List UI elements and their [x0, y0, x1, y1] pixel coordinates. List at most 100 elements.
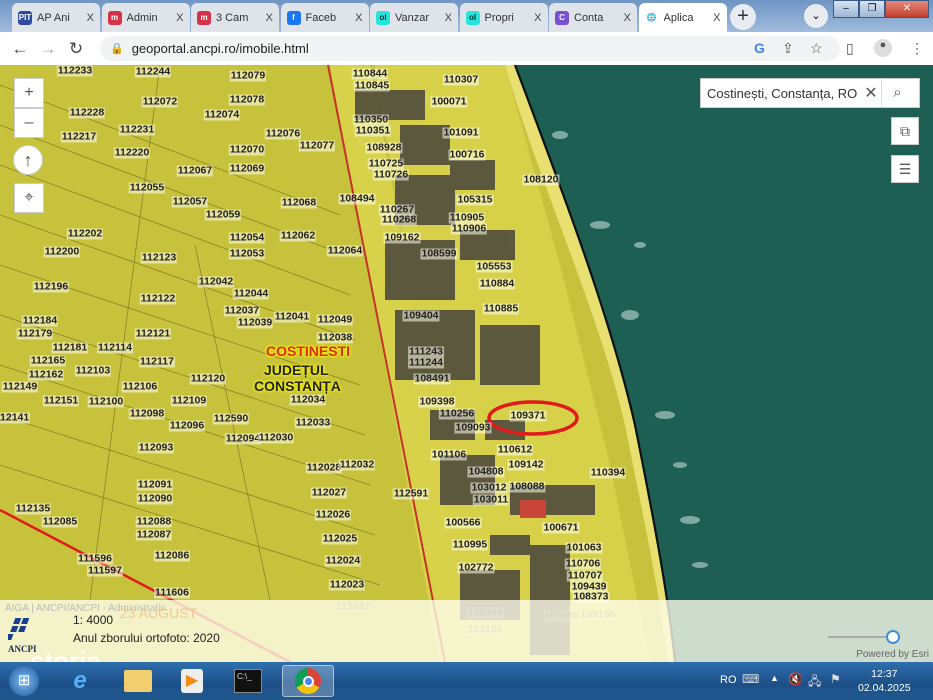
parcel-label[interactable]: 112091: [136, 479, 174, 491]
back-icon[interactable]: ←: [6, 39, 34, 59]
parcel-label[interactable]: 112072: [141, 96, 179, 108]
tab-close-icon[interactable]: X: [266, 12, 273, 24]
parcel-label[interactable]: 109398: [418, 396, 456, 408]
volume-muted-icon[interactable]: 🔇: [788, 672, 803, 686]
parcel-label[interactable]: 112077: [298, 140, 336, 152]
profile-icon[interactable]: ●: [874, 39, 892, 57]
parcel-label[interactable]: 112085: [41, 516, 79, 528]
language-indicator[interactable]: RO: [720, 674, 737, 686]
parcel-label[interactable]: 112038: [316, 332, 354, 344]
parcel-label[interactable]: 102772: [457, 562, 495, 574]
parcel-label[interactable]: 112200: [43, 246, 81, 258]
parcel-label[interactable]: 112086: [153, 550, 191, 562]
parcel-label[interactable]: 112217: [60, 131, 98, 143]
tab[interactable]: f Faceb X: [280, 3, 369, 32]
new-tab-button[interactable]: +: [730, 4, 756, 30]
parcel-label[interactable]: 112244: [134, 66, 172, 78]
parcel-label[interactable]: 112122: [139, 293, 177, 305]
parcel-label[interactable]: 112064: [326, 245, 364, 257]
parcel-label[interactable]: 112026: [314, 509, 352, 521]
action-center-flag-icon[interactable]: ⚑: [830, 672, 841, 686]
parcel-label[interactable]: 110726: [372, 169, 410, 181]
keyboard-icon[interactable]: ⌨: [742, 672, 759, 686]
minimize-button[interactable]: –: [833, 0, 859, 18]
parcel-label[interactable]: 112054: [228, 232, 266, 244]
parcel-label[interactable]: 112228: [68, 107, 106, 119]
parcel-label[interactable]: 110906: [450, 223, 488, 235]
restore-button[interactable]: ❐: [859, 0, 885, 18]
parcel-label[interactable]: 112233: [56, 65, 94, 77]
parcel-label[interactable]: 111597: [87, 565, 123, 577]
parcel-label[interactable]: 108088: [508, 481, 546, 493]
parcel-label[interactable]: 108494: [338, 193, 376, 205]
parcel-label[interactable]: 112162: [27, 369, 65, 381]
parcel-label[interactable]: 112149: [1, 381, 39, 393]
url-field[interactable]: 🔒 geoportal.ancpi.ro/imobile.html: [100, 36, 840, 61]
parcel-label[interactable]: 100071: [430, 96, 468, 108]
search-icon[interactable]: ⌕: [881, 79, 913, 107]
parcel-label[interactable]: 110884: [478, 278, 516, 290]
parcel-label[interactable]: 112181: [51, 342, 89, 354]
parcel-label[interactable]: 112069: [228, 163, 266, 175]
legend-list-icon[interactable]: ☰: [891, 155, 919, 183]
parcel-label[interactable]: 100566: [444, 517, 482, 529]
parcel-label[interactable]: 100716: [448, 149, 486, 161]
parcel-label[interactable]: 109162: [383, 232, 421, 244]
parcel-label[interactable]: 110612: [496, 444, 534, 456]
google-icon[interactable]: G: [754, 40, 765, 56]
clear-search-icon[interactable]: ✕: [861, 83, 881, 103]
parcel-label[interactable]: 112090: [136, 493, 174, 505]
parcel-label[interactable]: 108599: [420, 248, 458, 260]
parcel-label[interactable]: 112076: [264, 128, 302, 140]
parcel-label[interactable]: 112196: [32, 281, 70, 293]
tab-close-icon[interactable]: X: [713, 12, 720, 24]
search-input[interactable]: [701, 85, 861, 101]
tab[interactable]: ol Vanzar X: [370, 3, 458, 32]
parcel-label[interactable]: 112049: [316, 314, 354, 326]
parcel-label[interactable]: 110307: [442, 74, 480, 86]
parcel-label[interactable]: 108120: [522, 174, 560, 186]
tab-close-icon[interactable]: X: [87, 12, 94, 24]
ie-icon[interactable]: e: [60, 665, 100, 697]
parcel-label[interactable]: 112028: [305, 462, 343, 474]
parcel-label[interactable]: 112141: [0, 412, 31, 424]
map-canvas[interactable]: 112233 112244 112079 112228 112072 112078 1120…: [0, 65, 933, 662]
parcel-label[interactable]: 112070: [228, 144, 266, 156]
parcel-label[interactable]: 112042: [197, 276, 235, 288]
parcel-label[interactable]: 112033: [294, 417, 332, 429]
bookmark-star-icon[interactable]: ☆: [810, 40, 823, 57]
parcel-label[interactable]: 101091: [442, 127, 480, 139]
parcel-label[interactable]: 112135: [14, 503, 52, 515]
parcel-label[interactable]: 112096: [168, 420, 206, 432]
basemap-layers-icon[interactable]: ⧉: [891, 117, 919, 145]
tab-close-icon[interactable]: X: [624, 12, 631, 24]
parcel-label[interactable]: 101106: [430, 449, 468, 461]
parcel-label[interactable]: 112032: [338, 459, 376, 471]
parcel-label[interactable]: 112098: [128, 408, 166, 420]
tab[interactable]: PIT AP Ani X: [12, 3, 100, 32]
parcel-label[interactable]: 112123: [140, 252, 178, 264]
parcel-label[interactable]: 112030: [257, 432, 295, 444]
parcel-label[interactable]: 112591: [392, 488, 430, 500]
parcel-label[interactable]: 103012: [470, 482, 508, 494]
parcel-label[interactable]: 105553: [475, 261, 513, 273]
parcel-label[interactable]: 111606: [154, 587, 190, 599]
parcel-label[interactable]: 112179: [16, 328, 54, 340]
parcel-label[interactable]: 112039: [236, 317, 274, 329]
start-button[interactable]: ⊞: [4, 665, 44, 697]
clock[interactable]: 12:37 02.04.2025: [858, 667, 911, 695]
parcel-label[interactable]: 112059: [204, 209, 242, 221]
parcel-label[interactable]: 105315: [456, 194, 494, 206]
tab[interactable]: ol Propri X: [459, 3, 548, 32]
north-arrow-icon[interactable]: ↑: [13, 145, 43, 175]
side-panel-icon[interactable]: ▯: [846, 40, 854, 57]
parcel-label[interactable]: 112088: [135, 516, 173, 528]
share-icon[interactable]: ⇪: [782, 40, 794, 57]
parcel-label[interactable]: 112121: [134, 328, 172, 340]
parcel-label[interactable]: 112034: [289, 394, 327, 406]
parcel-label[interactable]: 112184: [21, 315, 59, 327]
parcel-label[interactable]: 109142: [507, 459, 545, 471]
parcel-label[interactable]: 112044: [232, 288, 270, 300]
parcel-label[interactable]: 112078: [228, 94, 266, 106]
parcel-label[interactable]: 112079: [229, 70, 267, 82]
